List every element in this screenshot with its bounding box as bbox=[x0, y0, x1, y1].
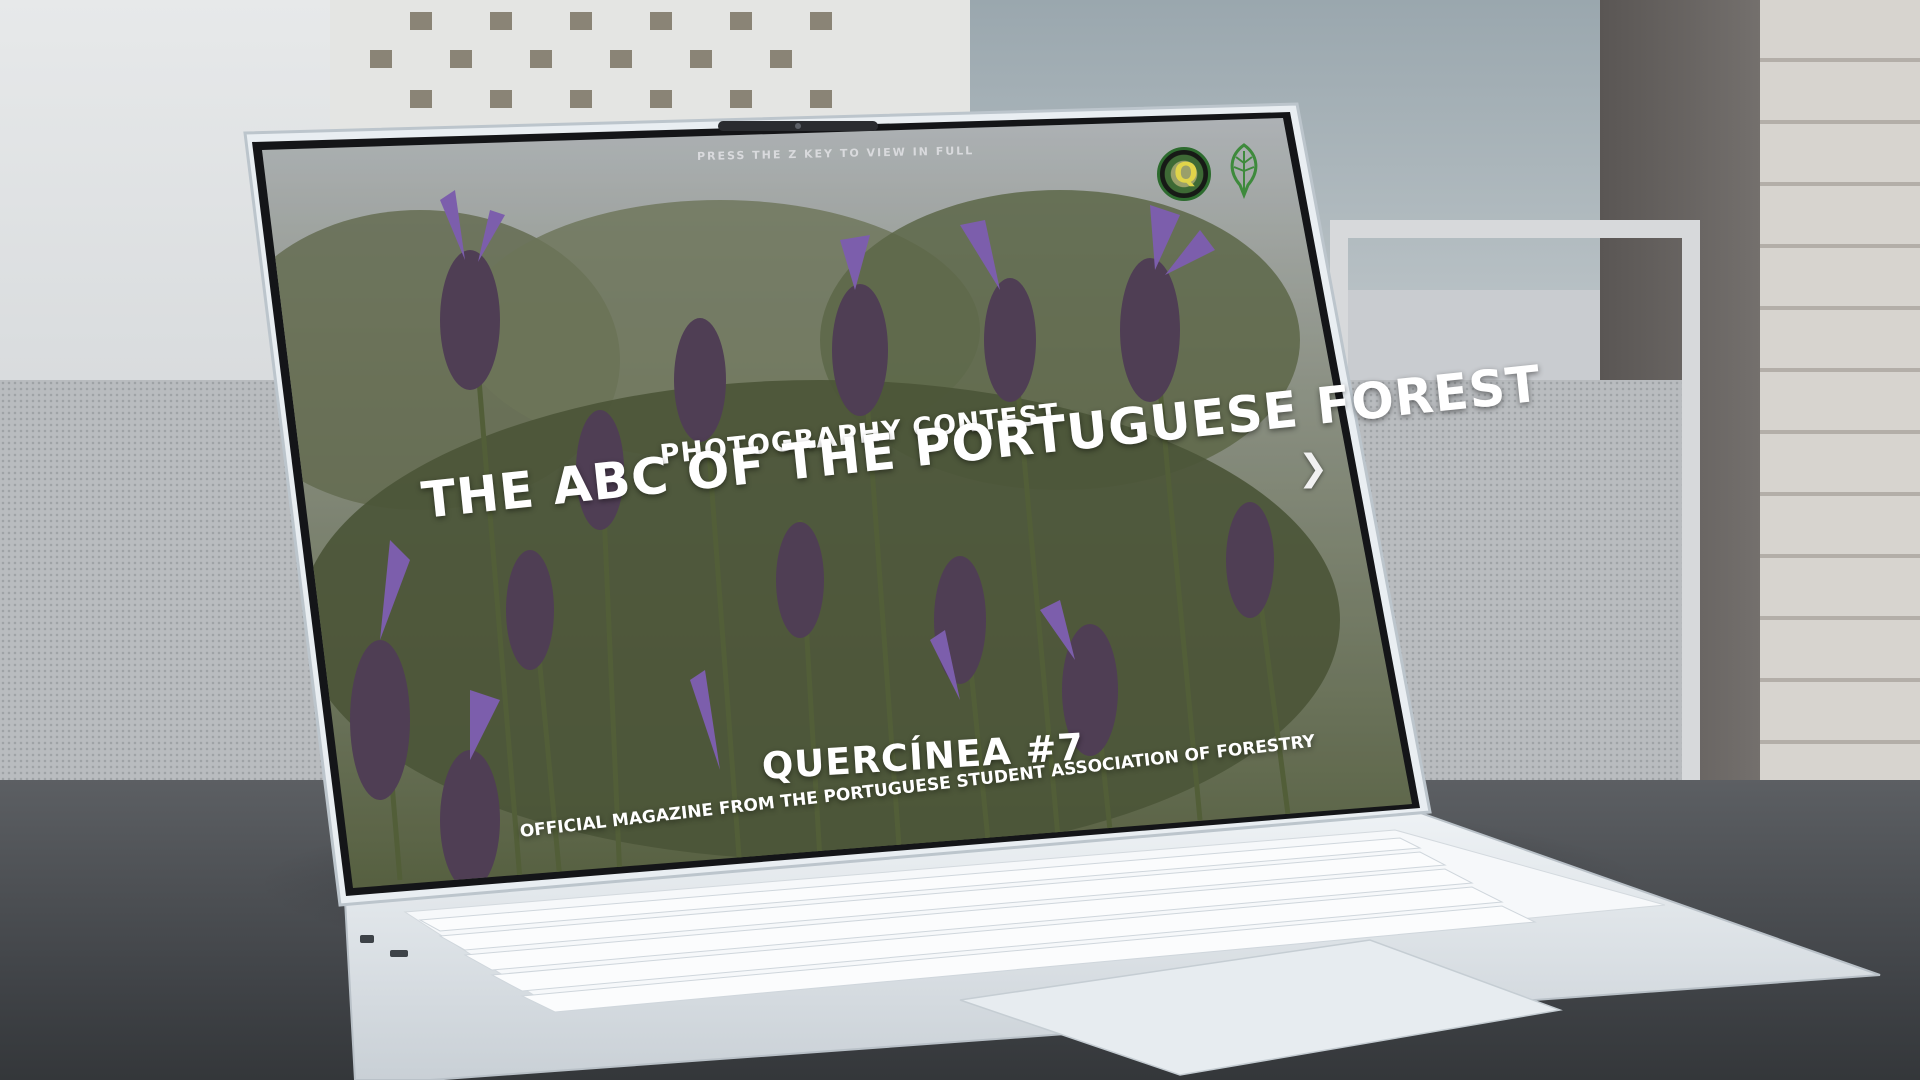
laptop: PRESS THE Z KEY TO VIEW IN FULL Q PHOTOG… bbox=[0, 0, 1920, 1080]
oak-leaf-logo[interactable] bbox=[1220, 141, 1268, 199]
laptop-body bbox=[243, 102, 1881, 1080]
usbc-port-icon bbox=[390, 950, 408, 957]
quercinea-logo[interactable]: Q bbox=[1157, 147, 1211, 201]
chevron-right-icon[interactable]: ❯ bbox=[1298, 448, 1328, 489]
webcam-icon bbox=[795, 123, 801, 129]
logo-letter: Q bbox=[1174, 156, 1198, 189]
usb-port-icon bbox=[360, 935, 374, 943]
